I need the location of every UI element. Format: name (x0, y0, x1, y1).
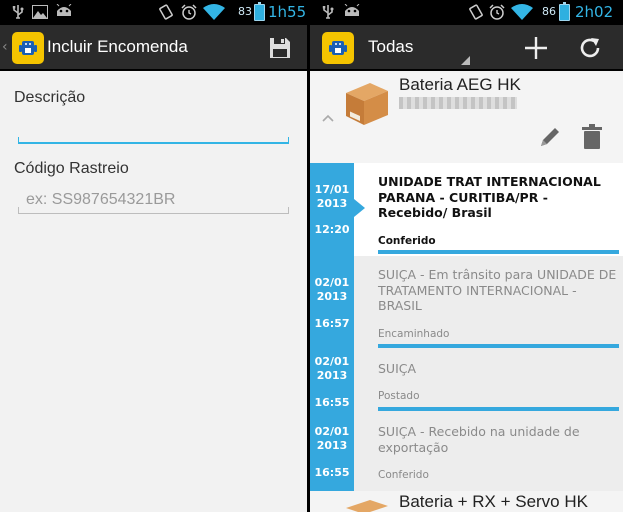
event-time: 16:55 (314, 466, 350, 479)
event-status: Encaminhado (378, 328, 450, 340)
action-bar: ‹ Incluir Encomenda (0, 25, 307, 71)
selected-pointer-icon (354, 199, 365, 217)
event-time: 16:57 (314, 317, 350, 330)
event-divider (378, 250, 619, 254)
plus-icon[interactable] (522, 34, 550, 62)
app-logo-icon[interactable] (12, 32, 44, 64)
codigo-rastreio-label: Código Rastreio (14, 160, 129, 177)
event-status: Conferido (378, 235, 436, 247)
tracking-event[interactable]: 17/01 2013 12:20 UNIDADE TRAT INTERNACIO… (310, 163, 623, 256)
package-header[interactable]: Bateria AEG HK (310, 73, 623, 163)
event-card: UNIDADE TRAT INTERNACIONAL PARANA - CURI… (354, 163, 623, 256)
event-description: SUIÇA - Em trânsito para UNIDADE DE TRAT… (378, 267, 617, 313)
image-icon (32, 3, 48, 21)
package-code-redacted (399, 97, 517, 109)
filter-spinner[interactable]: Todas (354, 25, 470, 69)
event-date: 02/01 2013 (314, 355, 350, 382)
event-date: 02/01 2013 (314, 276, 350, 303)
event-status: Postado (378, 390, 420, 402)
tracking-event[interactable]: 02/01 2013 16:55 SUIÇA Postado (310, 350, 623, 413)
event-status: Conferido (378, 469, 429, 481)
status-bar: 83 1h55 (0, 0, 307, 25)
descricao-label: Descrição (14, 89, 86, 106)
event-card: SUIÇA - Recebido na unidade de exportaçã… (354, 413, 623, 491)
event-divider (378, 344, 619, 348)
left-screen: 83 1h55 ‹ Incluir Encomenda Descrição Có… (0, 0, 307, 512)
event-card: SUIÇA Postado (354, 350, 623, 413)
battery-percent: 86 (542, 5, 556, 18)
wifi-icon (202, 3, 226, 21)
usb-icon (320, 3, 336, 21)
spinner-triangle-icon (461, 56, 470, 65)
refresh-icon[interactable] (576, 34, 604, 62)
delete-trash-icon[interactable] (581, 124, 603, 154)
filter-spinner-label: Todas (368, 37, 414, 56)
event-date: 17/01 2013 (314, 183, 350, 210)
event-date-column: 02/01 2013 16:55 (310, 350, 354, 413)
edit-pencil-icon[interactable] (536, 125, 562, 155)
wifi-icon (510, 3, 534, 21)
event-description: SUIÇA - Recebido na unidade de exportaçã… (378, 424, 580, 455)
package-name: Bateria + RX + Servo HK (399, 492, 588, 511)
package-name: Bateria AEG HK (399, 75, 521, 94)
battery-percent: 83 (238, 5, 252, 18)
codigo-input-underline (18, 207, 289, 214)
event-description: SUIÇA (378, 361, 417, 376)
event-description: UNIDADE TRAT INTERNACIONAL PARANA - CURI… (378, 174, 601, 220)
android-debug-icon (54, 3, 74, 21)
right-screen: 86 2h02 Todas Bateria AEG HK 17/01 2013 … (310, 0, 623, 512)
package-header[interactable]: Bateria + RX + Servo HK (310, 491, 623, 512)
package-box-icon (342, 499, 392, 512)
status-bar: 86 2h02 (310, 0, 623, 25)
usb-icon (10, 3, 26, 21)
app-logo-icon[interactable] (322, 32, 354, 64)
event-card: SUIÇA - Em trânsito para UNIDADE DE TRAT… (354, 256, 623, 350)
event-date-column: 02/01 2013 16:57 (310, 256, 354, 350)
clock: 1h55 (268, 3, 307, 21)
event-time: 16:55 (314, 396, 350, 409)
event-date-column: 17/01 2013 12:20 (310, 163, 354, 256)
action-bar: Todas (310, 25, 623, 71)
descricao-input-underline (18, 137, 289, 144)
battery-icon (254, 2, 265, 21)
screen-rotation-icon (158, 3, 174, 21)
tracking-event[interactable]: 02/01 2013 16:55 SUIÇA - Recebido na uni… (310, 413, 623, 491)
event-time: 12:20 (314, 223, 350, 236)
event-divider (378, 407, 619, 411)
battery-icon (559, 2, 570, 21)
back-chevron-icon[interactable]: ‹ (2, 39, 8, 55)
package-box-icon (342, 79, 392, 131)
alarm-icon (488, 3, 505, 21)
alarm-icon (180, 3, 197, 21)
page-title: Incluir Encomenda (47, 37, 188, 56)
event-date: 02/01 2013 (314, 425, 350, 452)
event-date-column: 02/01 2013 16:55 (310, 413, 354, 491)
save-icon[interactable] (266, 34, 294, 62)
screen-rotation-icon (468, 3, 484, 21)
collapse-chevron-icon[interactable] (322, 107, 334, 126)
clock: 2h02 (575, 3, 614, 21)
android-debug-icon (342, 3, 362, 21)
tracking-event[interactable]: 02/01 2013 16:57 SUIÇA - Em trânsito par… (310, 256, 623, 350)
